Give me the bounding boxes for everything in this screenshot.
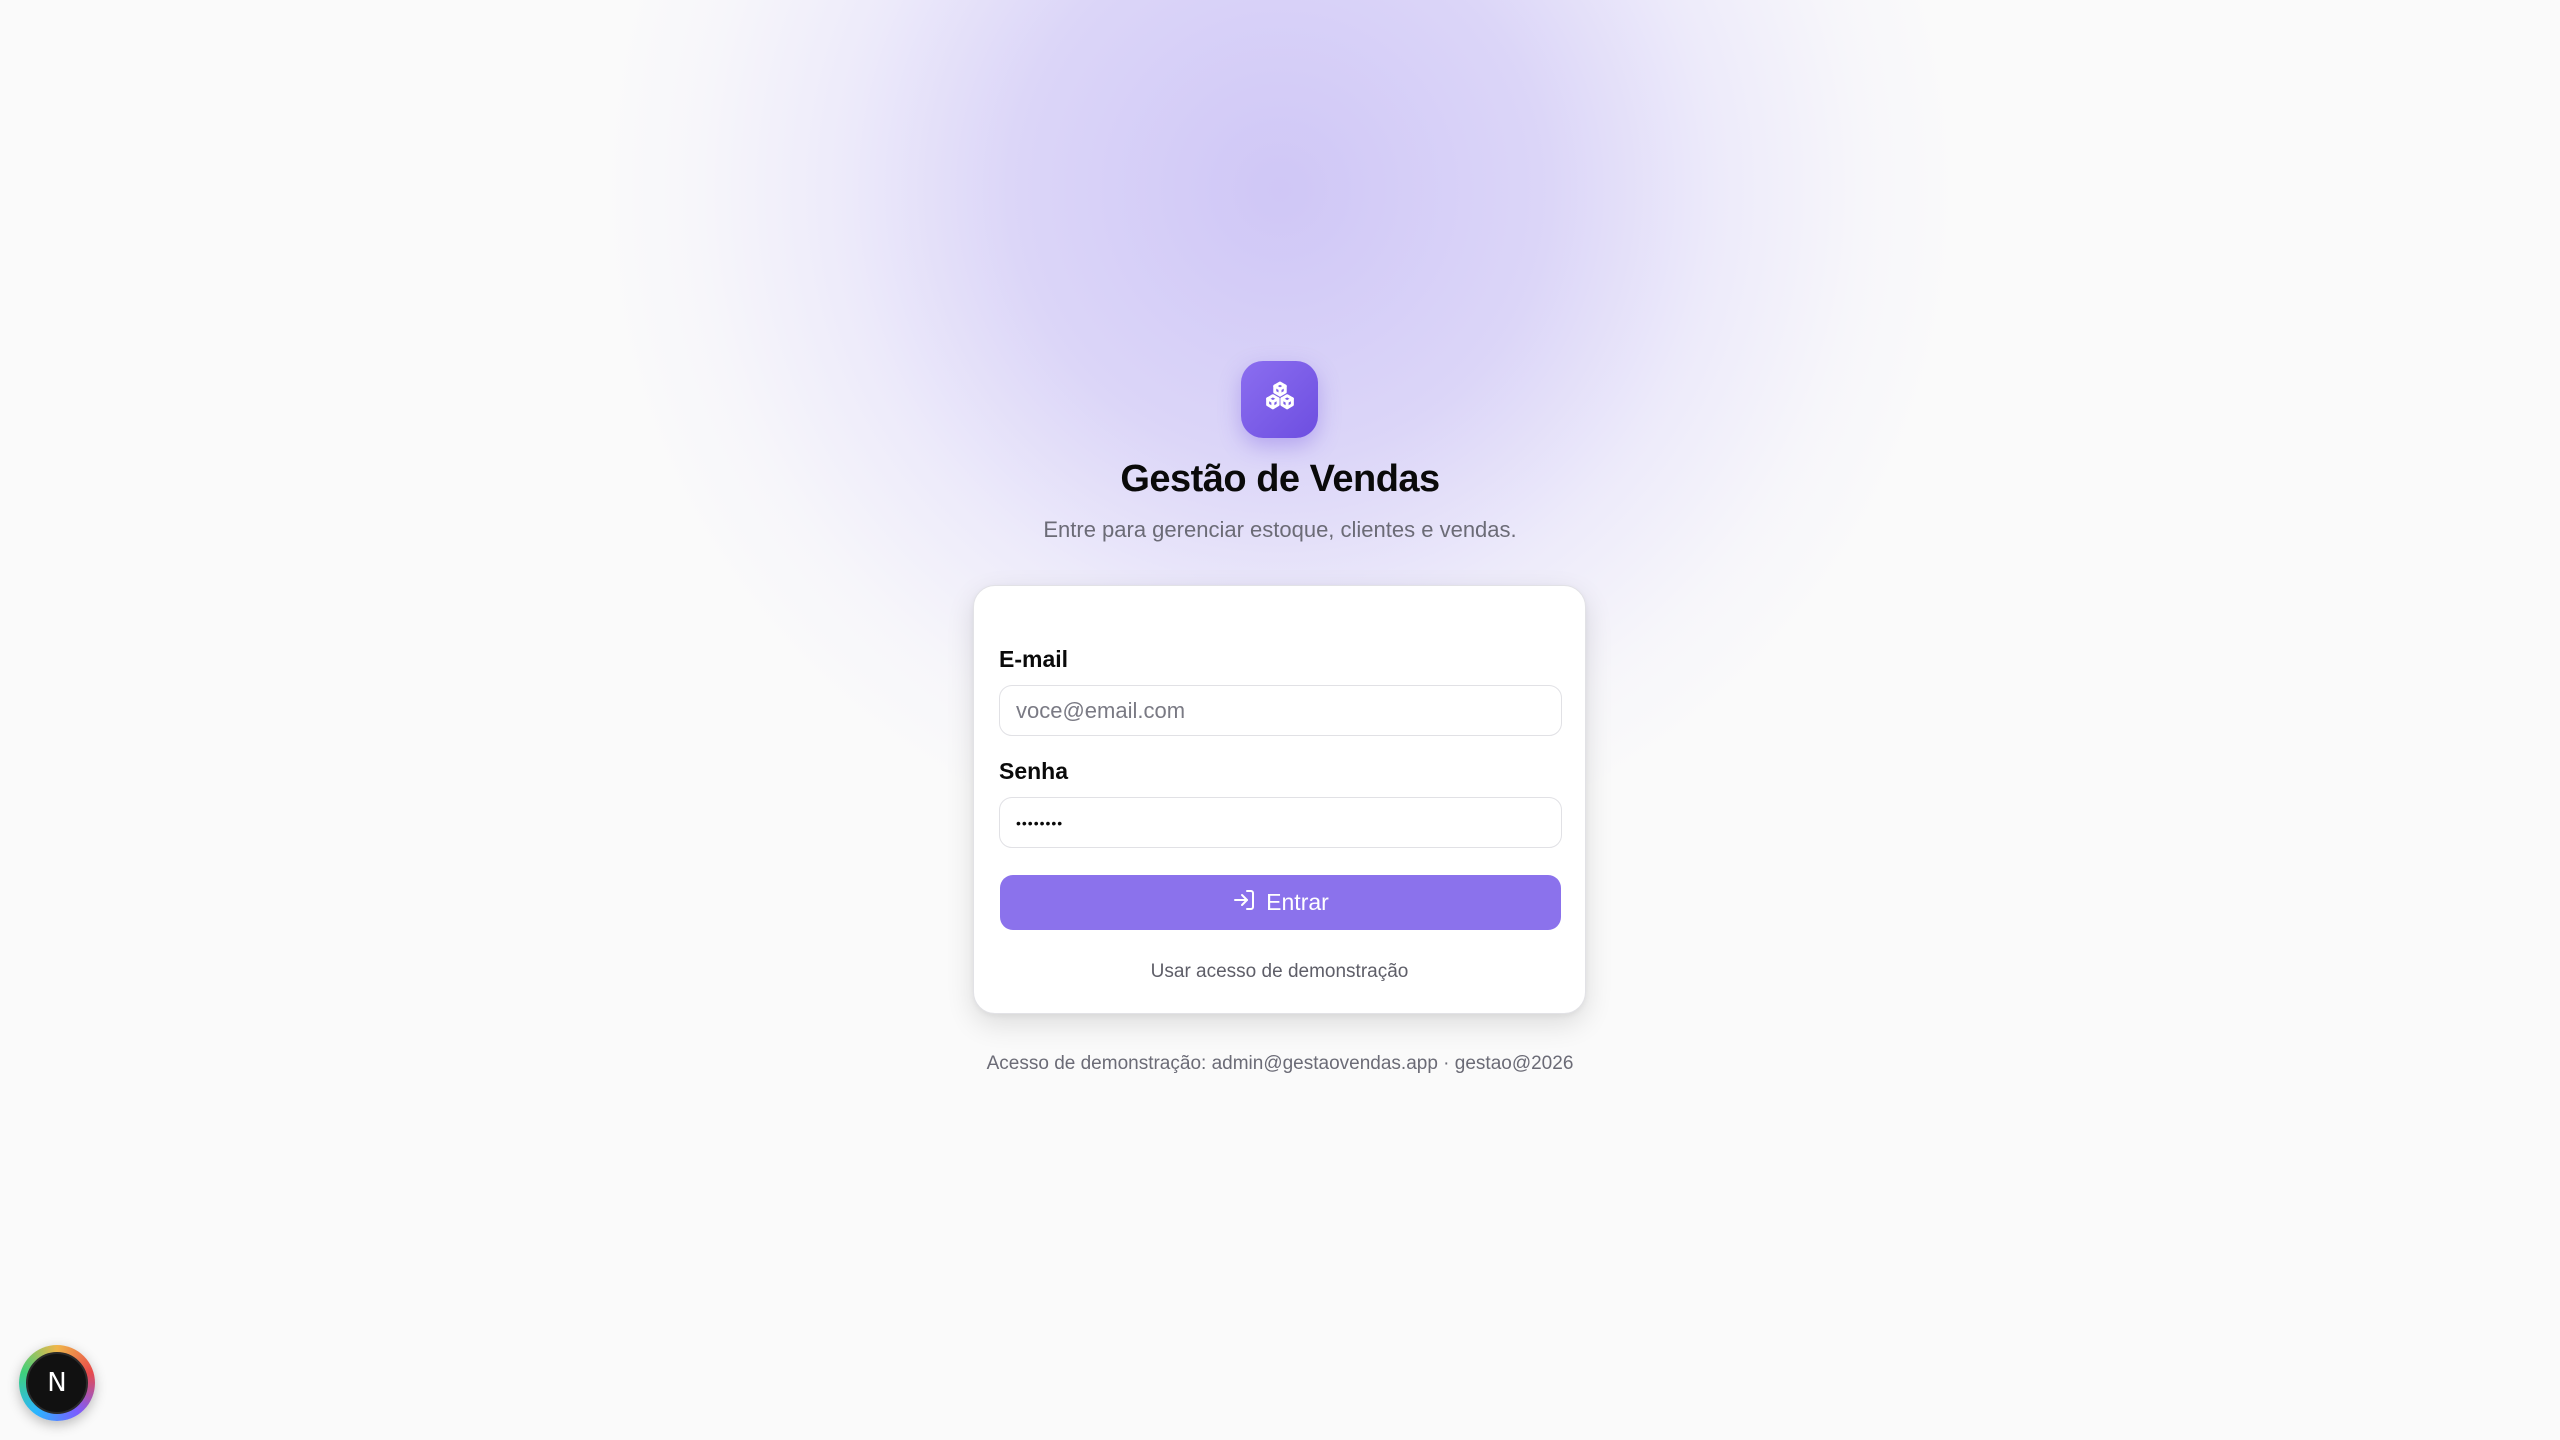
password-label: Senha <box>999 758 1069 784</box>
login-card: E-mail Senha Entrar Usar acesso de demon… <box>973 585 1586 1014</box>
login-button-label: Entrar <box>1266 889 1329 915</box>
app-logo <box>1241 361 1318 438</box>
boxes-icon <box>1261 378 1299 421</box>
password-input[interactable] <box>999 797 1562 848</box>
demo-access-link[interactable]: Usar acesso de demonstração <box>974 961 1585 983</box>
nextjs-icon: N <box>26 1352 88 1414</box>
app-title: Gestão de Vendas <box>1120 458 1440 500</box>
email-label: E-mail <box>999 646 1069 672</box>
app-subtitle: Entre para gerenciar estoque, clientes e… <box>1043 517 1517 542</box>
nextjs-dev-badge[interactable]: N <box>19 1345 95 1421</box>
nextjs-badge-label: N <box>47 1368 67 1398</box>
email-input[interactable] <box>999 685 1562 736</box>
demo-credentials-note: Acesso de demonstração: admin@gestaovend… <box>986 1053 1574 1074</box>
log-in-icon <box>1232 888 1256 918</box>
login-button[interactable]: Entrar <box>1000 875 1561 930</box>
